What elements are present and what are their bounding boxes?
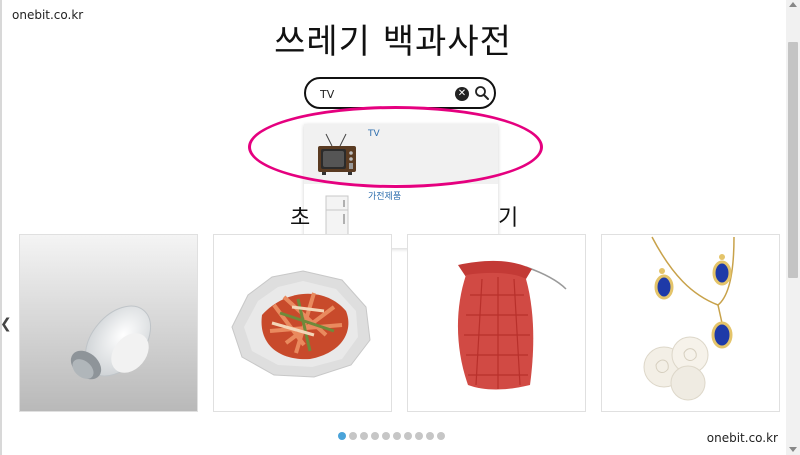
watermark-bottom: onebit.co.kr [706,431,778,445]
autocomplete-dropdown: TV 가전제품 [304,124,498,248]
card-salt-shaker[interactable] [19,234,198,412]
search-icon[interactable] [474,85,490,101]
carousel-dot[interactable] [371,432,379,440]
carousel-dot[interactable] [437,432,445,440]
refrigerator-icon [312,188,362,240]
carousel-dot[interactable] [360,432,368,440]
carousel-prev-icon[interactable]: ❮ [0,316,12,332]
scroll-down-icon[interactable] [789,447,797,452]
window-left-edge [0,0,2,455]
search-box: ✕ [304,77,496,109]
carousel-dot[interactable] [338,432,346,440]
carousel-dot[interactable] [426,432,434,440]
jewelry-image [602,235,779,411]
carousel-dots [338,432,445,440]
suggestion-label: TV [368,129,380,139]
salt-shaker-image [20,235,197,411]
card-kimchi[interactable] [213,234,392,412]
carousel-dot[interactable] [382,432,390,440]
tv-icon [312,128,362,180]
kimchi-image [214,235,391,411]
scroll-thumb[interactable] [788,42,798,278]
section-title-left: 초 [290,206,311,231]
card-mesh-bag[interactable] [407,234,586,412]
carousel-dot[interactable] [393,432,401,440]
page-title: 쓰레기 백과사전 [274,22,512,62]
carousel-dot[interactable] [349,432,357,440]
suggestion-tv[interactable]: TV [304,124,498,184]
mesh-bag-image [408,235,585,411]
scrollbar[interactable] [786,0,800,455]
carousel-dot[interactable] [415,432,423,440]
carousel-dot[interactable] [404,432,412,440]
suggestion-label: 가전제품 [368,192,402,202]
card-jewelry[interactable] [601,234,780,412]
section-title-right: 기 [498,206,519,231]
clear-icon[interactable]: ✕ [455,87,469,101]
search-input[interactable] [320,85,445,103]
scroll-up-icon[interactable] [789,2,797,7]
